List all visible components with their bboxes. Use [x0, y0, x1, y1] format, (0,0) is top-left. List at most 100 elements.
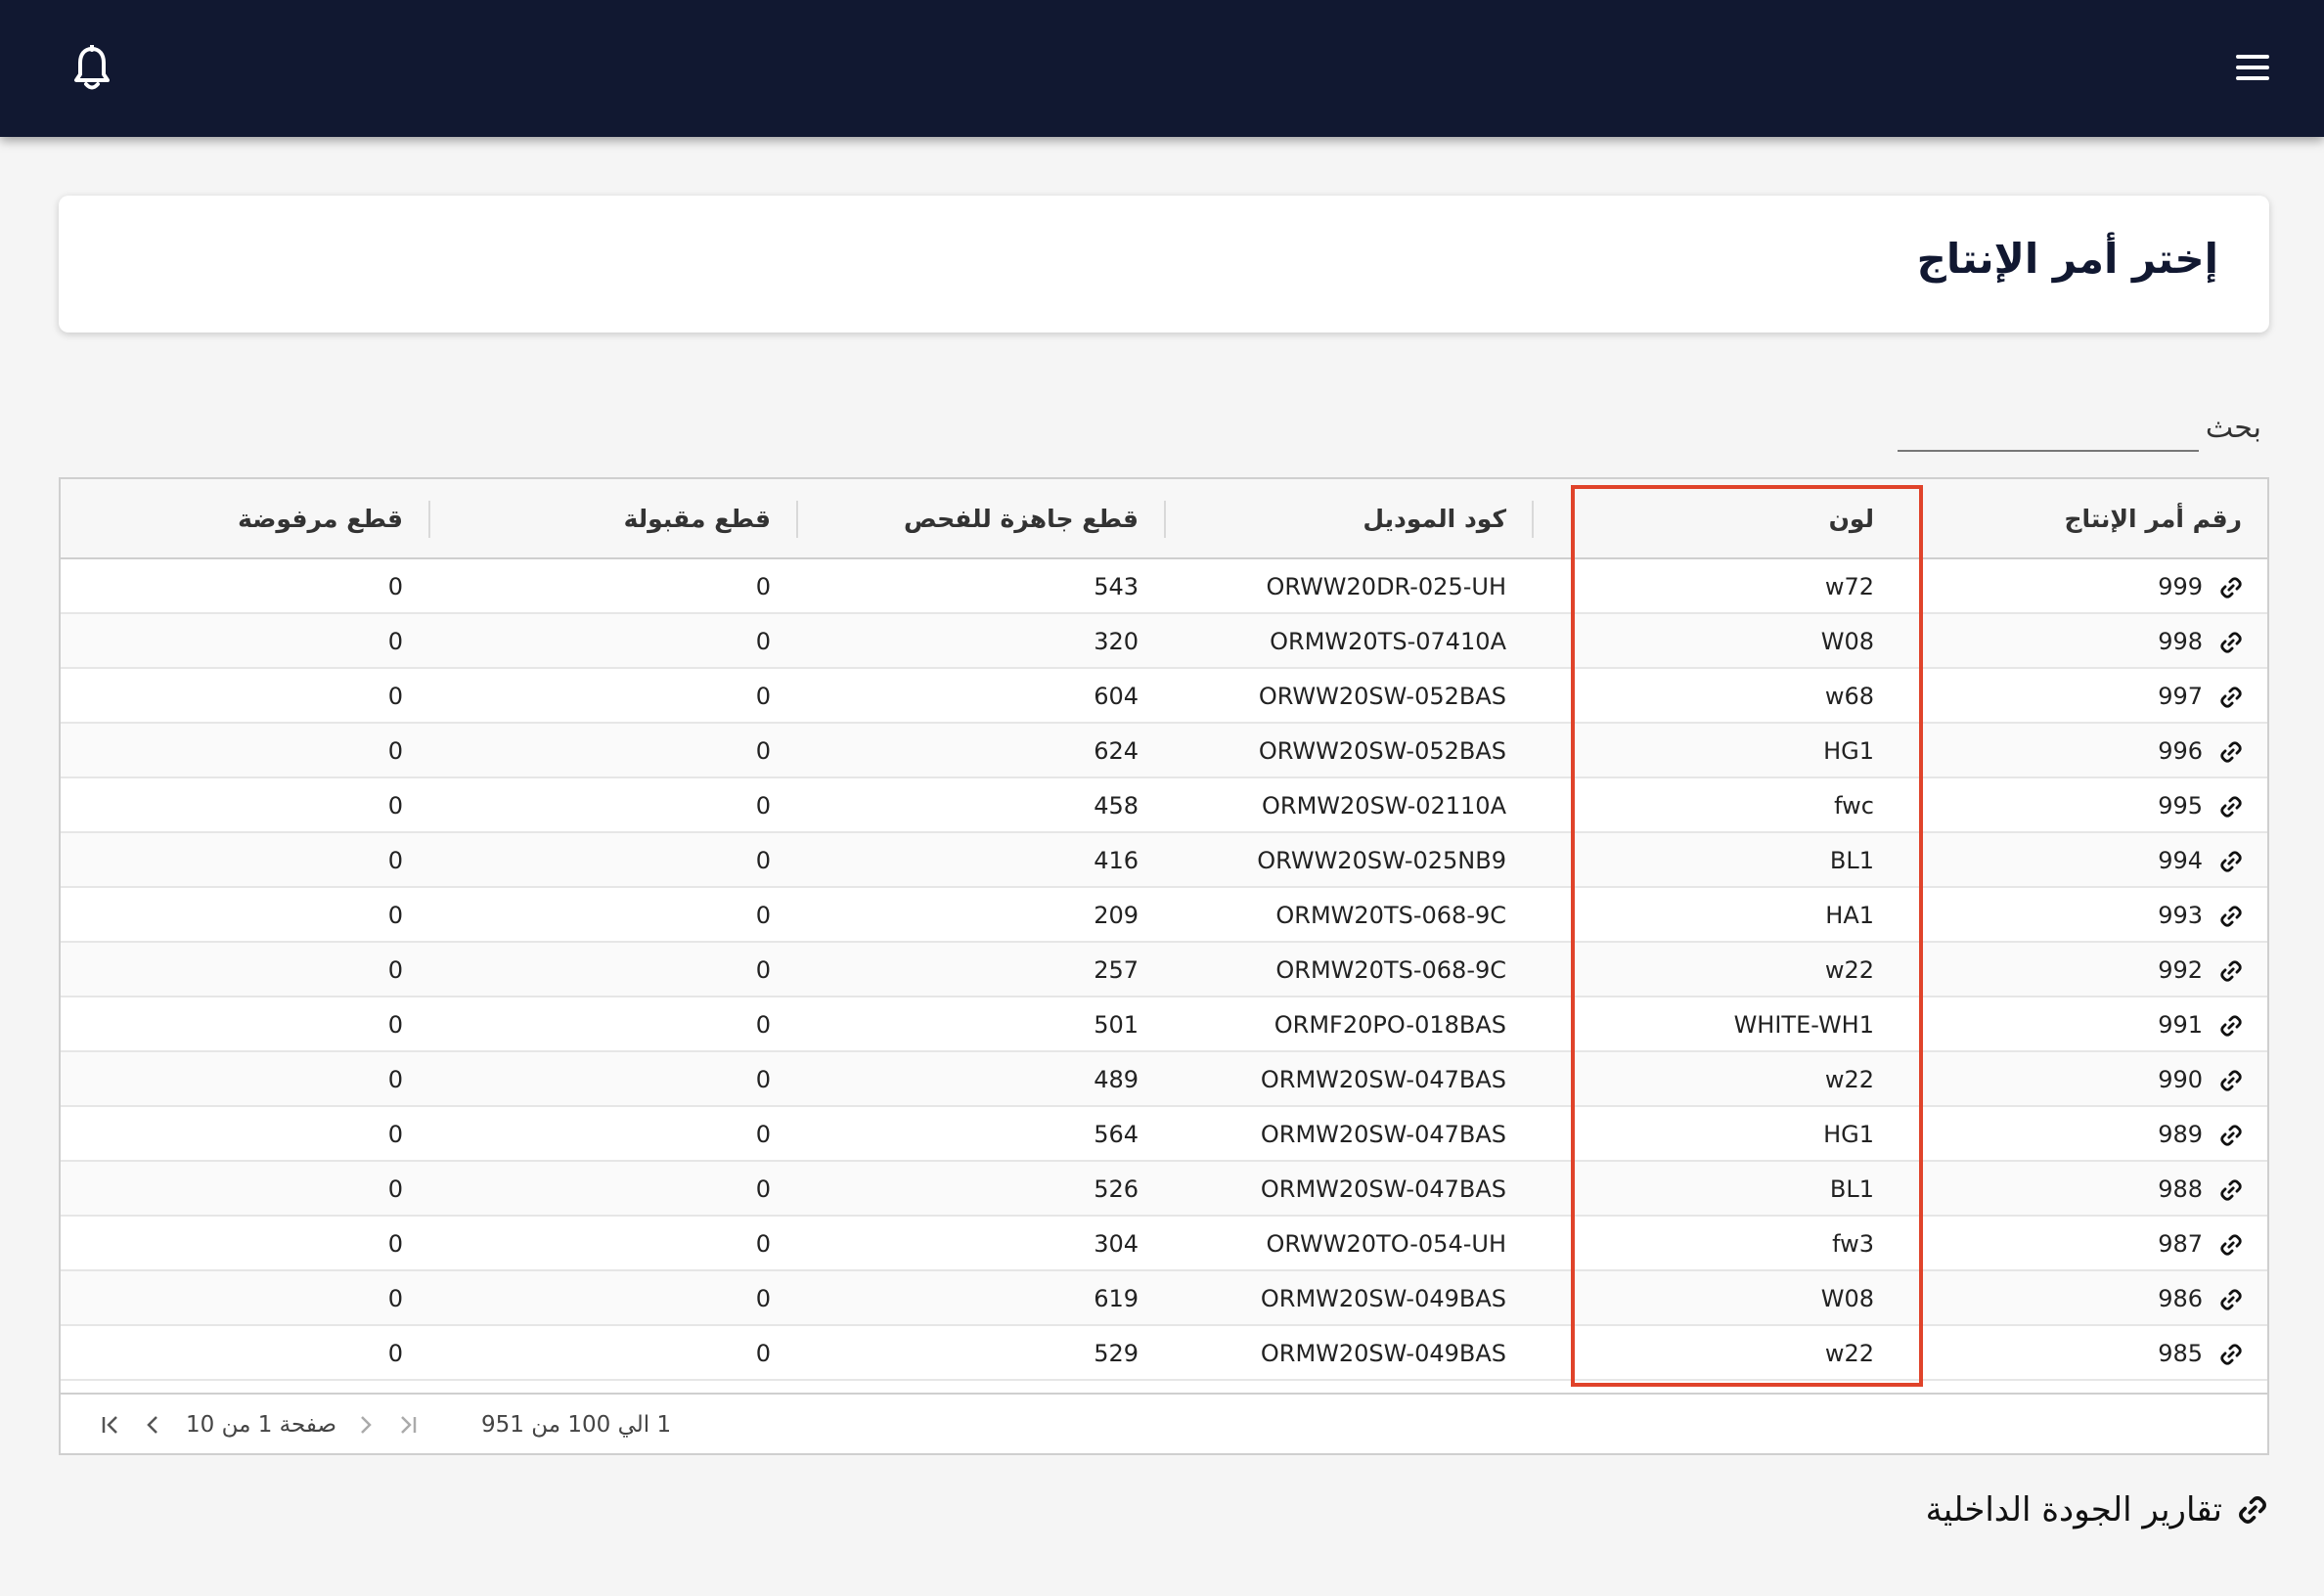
table-row[interactable]: 987 fw3 ORWW20TO-054-UH 304 0 0: [61, 1217, 2267, 1271]
column-separator: [796, 501, 798, 538]
link-icon[interactable]: [2218, 904, 2244, 929]
rejected-pieces-cell: 0: [387, 737, 403, 765]
color-cell: fwc: [1834, 792, 1874, 820]
model-code-cell: ORMW20TS-068-9C: [1275, 956, 1506, 984]
table-row[interactable]: 990 w22 ORMW20SW-047BAS 489 0 0: [61, 1052, 2267, 1107]
color-cell: w68: [1824, 683, 1874, 710]
column-header-ready-pieces[interactable]: قطع جاهزة للفحص: [796, 479, 1164, 559]
last-page-icon[interactable]: [393, 1410, 423, 1440]
color-cell: w72: [1824, 573, 1874, 600]
table-row[interactable]: 999 w72 ORWW20DR-025-UH 543 0 0: [61, 559, 2267, 614]
pagination-bar: صفحة 1 من 10 1 الي 100 من 951: [61, 1393, 2267, 1453]
column-header-accepted-pieces[interactable]: قطع مقبولة: [428, 479, 796, 559]
accepted-pieces-cell: 0: [755, 573, 771, 600]
order-number-cell: 988: [2158, 1175, 2203, 1203]
model-code-cell: ORMW20TS-07410A: [1270, 628, 1506, 655]
column-header-model-code[interactable]: كود الموديل: [1164, 479, 1532, 559]
bell-icon[interactable]: [72, 45, 112, 92]
rejected-pieces-cell: 0: [387, 1175, 403, 1203]
previous-page-icon[interactable]: [139, 1410, 168, 1440]
column-header-order-no[interactable]: رقم أمر الإنتاج: [1899, 479, 2267, 559]
order-number-cell: 999: [2158, 573, 2203, 600]
ready-pieces-cell: 564: [1094, 1121, 1139, 1148]
accepted-pieces-cell: 0: [755, 847, 771, 874]
link-icon[interactable]: [2218, 739, 2244, 765]
model-code-cell: ORMW20SW-047BAS: [1260, 1066, 1506, 1093]
link-icon[interactable]: [2218, 1177, 2244, 1203]
table-row[interactable]: 994 BL1 ORWW20SW-025NB9 416 0 0: [61, 833, 2267, 888]
table-row[interactable]: 995 fwc ORMW20SW-02110A 458 0 0: [61, 778, 2267, 833]
ready-pieces-cell: 529: [1094, 1340, 1139, 1367]
model-code-cell: ORWW20TO-054-UH: [1266, 1230, 1506, 1258]
accepted-pieces-cell: 0: [755, 1230, 771, 1258]
table-row[interactable]: 998 W08 ORMW20TS-07410A 320 0 0: [61, 614, 2267, 669]
row-range-summary: 1 الي 100 من 951: [481, 1412, 672, 1438]
internal-quality-reports-link[interactable]: تقارير الجودة الداخلية: [1926, 1488, 2269, 1531]
link-icon[interactable]: [2218, 1232, 2244, 1258]
table-row[interactable]: 997 w68 ORWW20SW-052BAS 604 0 0: [61, 669, 2267, 724]
search-input[interactable]: [1898, 413, 2199, 452]
accepted-pieces-cell: 0: [755, 1011, 771, 1039]
ready-pieces-cell: 489: [1094, 1066, 1139, 1093]
table-row[interactable]: 985 w22 ORMW20SW-049BAS 529 0 0: [61, 1326, 2267, 1381]
accepted-pieces-cell: 0: [755, 737, 771, 765]
table-row[interactable]: 993 HA1 ORMW20TS-068-9C 209 0 0: [61, 888, 2267, 943]
color-cell: w22: [1824, 956, 1874, 984]
link-icon[interactable]: [2218, 685, 2244, 710]
table-row[interactable]: 988 BL1 ORMW20SW-047BAS 526 0 0: [61, 1162, 2267, 1217]
color-cell: HG1: [1823, 737, 1874, 765]
link-icon[interactable]: [2218, 1013, 2244, 1039]
color-cell: HG1: [1823, 1121, 1874, 1148]
link-icon[interactable]: [2218, 575, 2244, 600]
link-icon[interactable]: [2218, 1342, 2244, 1367]
model-code-cell: ORWW20SW-052BAS: [1258, 737, 1506, 765]
hamburger-menu-icon[interactable]: [2236, 51, 2269, 84]
link-icon[interactable]: [2218, 630, 2244, 655]
model-code-cell: ORWW20DR-025-UH: [1266, 573, 1506, 600]
rejected-pieces-cell: 0: [387, 683, 403, 710]
order-number-cell: 994: [2158, 847, 2203, 874]
ready-pieces-cell: 526: [1094, 1175, 1139, 1203]
next-page-icon[interactable]: [350, 1410, 380, 1440]
rejected-pieces-cell: 0: [387, 956, 403, 984]
ready-pieces-cell: 543: [1094, 573, 1139, 600]
accepted-pieces-cell: 0: [755, 1175, 771, 1203]
title-card: إختر أمر الإنتاج: [59, 196, 2269, 332]
table-row[interactable]: 986 W08 ORMW20SW-049BAS 619 0 0: [61, 1271, 2267, 1326]
model-code-cell: ORWW20SW-025NB9: [1257, 847, 1506, 874]
ready-pieces-cell: 458: [1094, 792, 1139, 820]
rejected-pieces-cell: 0: [387, 1285, 403, 1312]
table-row[interactable]: 989 HG1 ORMW20SW-047BAS 564 0 0: [61, 1107, 2267, 1162]
accepted-pieces-cell: 0: [755, 683, 771, 710]
link-icon[interactable]: [2218, 849, 2244, 874]
color-cell: BL1: [1829, 1175, 1874, 1203]
link-icon: [2239, 1496, 2266, 1524]
color-cell: w22: [1824, 1340, 1874, 1367]
table-row[interactable]: 992 w22 ORMW20TS-068-9C 257 0 0: [61, 943, 2267, 998]
link-icon[interactable]: [2218, 1068, 2244, 1093]
rejected-pieces-cell: 0: [387, 1066, 403, 1093]
column-separator: [1919, 501, 1921, 538]
accepted-pieces-cell: 0: [755, 902, 771, 929]
order-number-cell: 989: [2158, 1121, 2203, 1148]
order-number-cell: 990: [2158, 1066, 2203, 1093]
rejected-pieces-cell: 0: [387, 1230, 403, 1258]
table-row[interactable]: 996 HG1 ORWW20SW-052BAS 624 0 0: [61, 724, 2267, 778]
ready-pieces-cell: 257: [1094, 956, 1139, 984]
link-icon[interactable]: [2218, 958, 2244, 984]
color-cell: HA1: [1825, 902, 1874, 929]
model-code-cell: ORMW20SW-049BAS: [1260, 1285, 1506, 1312]
link-icon[interactable]: [2218, 1123, 2244, 1148]
ready-pieces-cell: 619: [1094, 1285, 1139, 1312]
table-row[interactable]: 991 WHITE-WH1 ORMF20PO-018BAS 501 0 0: [61, 998, 2267, 1052]
order-number-cell: 998: [2158, 628, 2203, 655]
model-code-cell: ORMW20SW-049BAS: [1260, 1340, 1506, 1367]
column-header-rejected-pieces[interactable]: قطع مرفوضة: [61, 479, 428, 559]
accepted-pieces-cell: 0: [755, 628, 771, 655]
first-page-icon[interactable]: [96, 1410, 125, 1440]
link-icon[interactable]: [2218, 1287, 2244, 1312]
column-header-color[interactable]: لون: [1532, 479, 1899, 559]
link-icon[interactable]: [2218, 794, 2244, 820]
order-number-cell: 996: [2158, 737, 2203, 765]
rejected-pieces-cell: 0: [387, 573, 403, 600]
